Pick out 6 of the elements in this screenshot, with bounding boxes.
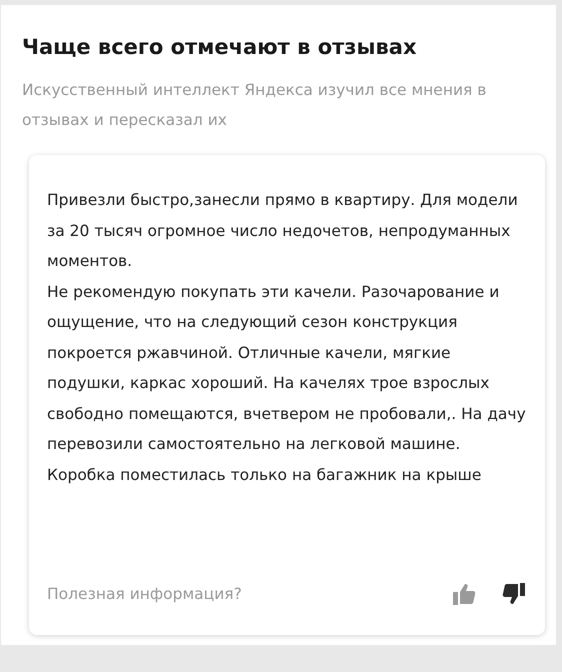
thumbs-down-button[interactable] (501, 581, 527, 607)
review-text: Привезли быстро,занесли прямо в квартиру. Для модели за 20 тысяч огромное число недочетов, непродуманных моментов. Не рекомендую покупать эти качели. Разочарование и ощущение, что на следующий сезон конструкция покроется ржавчиной. Отличные качели, мягкие подушки, каркас хороший. На качелях трое взрослых свободно помещаются, вчетвером не пробовали,. На дачу перевозили самостоятельно на легковой машине. Коробка поместилась только на багажник на крыше (47, 190, 527, 486)
feedback-prompt: Полезная информация? (47, 585, 242, 603)
section-title: Чаще всего отмечают в отзывах (22, 34, 418, 61)
section-subtitle: Искусственный интеллект Яндекса изучил все мнения в отзывах и пересказал их (22, 80, 488, 131)
thumbs-up-button[interactable] (451, 581, 477, 607)
